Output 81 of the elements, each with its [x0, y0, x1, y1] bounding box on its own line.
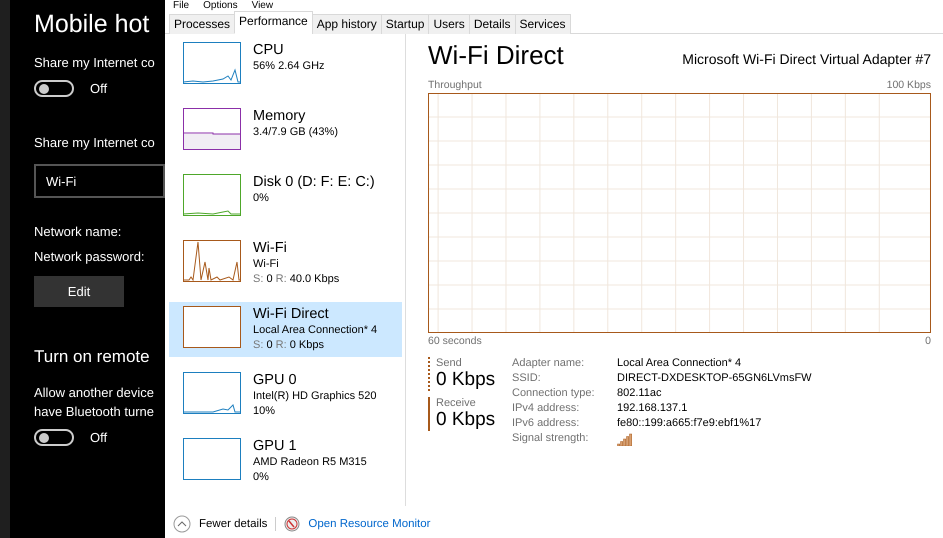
toggle-switch[interactable]	[34, 80, 74, 97]
stat-value: 0 Kbps	[436, 369, 496, 391]
item-detail: 0%	[253, 470, 270, 485]
property-label: SSID:	[512, 372, 542, 384]
sidebar-item[interactable]: GPU 0 Intel(R) HD Graphics 520 10%	[169, 368, 402, 423]
throughput-reading: S: 0 R: 40.0 Kbps	[253, 272, 340, 287]
axis-label: 100 Kbps	[886, 79, 931, 91]
sidebar-item[interactable]: Wi-Fi Direct Local Area Connection* 4 S: 0 R: 0 Kbps	[169, 302, 402, 357]
toggle-label: Off	[90, 430, 108, 445]
setting-label: Network name:	[34, 224, 122, 239]
axis-label: Throughput	[428, 79, 482, 91]
property-value: 802.11ac	[617, 387, 662, 399]
stat-label: Receive	[436, 397, 477, 409]
edit-button[interactable]: Edit	[34, 276, 124, 307]
toggle-label: Off	[90, 81, 108, 96]
item-detail: 10%	[253, 404, 276, 419]
tab[interactable]: Services	[514, 14, 571, 34]
sparkline-graph	[183, 42, 241, 84]
section-title: Turn on remote	[34, 347, 151, 367]
item-name: GPU 0	[253, 372, 298, 389]
item-detail: 0%	[253, 191, 270, 206]
item-detail: AMD Radeon R5 M315	[253, 455, 367, 470]
setting-description: have Bluetooth turne	[34, 404, 155, 419]
setting-description: Allow another device	[34, 385, 155, 400]
throughput-reading: S: 0 R: 0 Kbps	[253, 338, 325, 353]
menu-item[interactable]: View	[252, 0, 274, 12]
signal-strength-icon	[617, 432, 633, 446]
item-detail: Intel(R) HD Graphics 520	[253, 389, 376, 404]
property-value: Local Area Connection* 4	[617, 357, 742, 369]
setting-label: Network password:	[34, 249, 146, 264]
item-name: Memory	[253, 108, 306, 125]
property-label: Connection type:	[512, 387, 596, 399]
adapter-name: Microsoft Wi-Fi Direct Virtual Adapter #7	[682, 51, 931, 69]
property-label: Adapter name:	[512, 357, 586, 369]
item-name: GPU 1	[253, 438, 298, 455]
tab[interactable]: Users	[428, 14, 470, 34]
sparkline-graph	[183, 372, 241, 414]
sidebar-item[interactable]: Wi-Fi Wi-Fi S: 0 R: 40.0 Kbps	[169, 236, 402, 291]
page-title: Mobile hot	[34, 10, 150, 39]
item-name: CPU	[253, 42, 285, 59]
fewer-details-button[interactable]: Fewer details	[199, 518, 268, 530]
property-value: 192.168.137.1	[617, 402, 688, 414]
sparkline-graph	[183, 306, 241, 348]
tab[interactable]: Startup	[380, 14, 430, 34]
item-name: Disk 0 (D: F: E: C:)	[253, 174, 375, 191]
item-detail: Wi-Fi	[253, 257, 280, 272]
tab[interactable]: Details	[468, 14, 516, 34]
sparkline-graph	[183, 438, 241, 480]
stat-label: Send	[436, 357, 463, 369]
item-name: Wi-Fi Direct	[253, 306, 330, 323]
property-value: DIRECT-DXDESKTOP-65GN6LVmsFW	[617, 372, 812, 384]
stat-value: 0 Kbps	[436, 409, 496, 431]
item-detail: Local Area Connection* 4	[253, 323, 378, 338]
dropdown[interactable]: Wi-Fi	[34, 164, 165, 198]
tab[interactable]: App history	[312, 14, 382, 34]
toggle-switch[interactable]	[34, 429, 74, 446]
sidebar-item[interactable]: CPU 56% 2.64 GHz	[169, 38, 402, 93]
item-detail: 56% 2.64 GHz	[253, 59, 325, 74]
property-label: IPv6 address:	[512, 417, 580, 429]
setting-label: Share my Internet co	[34, 55, 156, 70]
tab[interactable]: Processes	[169, 14, 236, 34]
menu-item[interactable]: File	[173, 0, 190, 12]
property-label: Signal strength:	[512, 432, 590, 446]
sidebar-item[interactable]: Disk 0 (D: F: E: C:) 0%	[169, 170, 402, 225]
property-label: IPv4 address:	[512, 402, 580, 414]
axis-label: 0	[925, 335, 931, 347]
collapse-icon[interactable]	[173, 515, 191, 533]
property-value: fe80::199:a665:f7e9:ebf1%17	[617, 417, 762, 429]
menu-item[interactable]: Options	[203, 0, 238, 12]
item-detail: 3.4/7.9 GB (43%)	[253, 125, 338, 140]
axis-label: 60 seconds	[428, 335, 482, 347]
tab[interactable]: Performance	[234, 11, 313, 34]
graph-title: Wi-Fi Direct	[428, 40, 564, 71]
sidebar-item[interactable]: GPU 1 AMD Radeon R5 M315 0%	[169, 434, 402, 489]
sidebar-item[interactable]: Memory 3.4/7.9 GB (43%)	[169, 104, 402, 159]
setting-label: Share my Internet co	[34, 135, 156, 150]
item-name: Wi-Fi	[253, 240, 288, 257]
sparkline-graph	[183, 108, 241, 150]
sparkline-graph	[183, 174, 241, 216]
resource-monitor-link[interactable]: Open Resource Monitor	[308, 518, 430, 530]
sparkline-graph	[183, 240, 241, 282]
